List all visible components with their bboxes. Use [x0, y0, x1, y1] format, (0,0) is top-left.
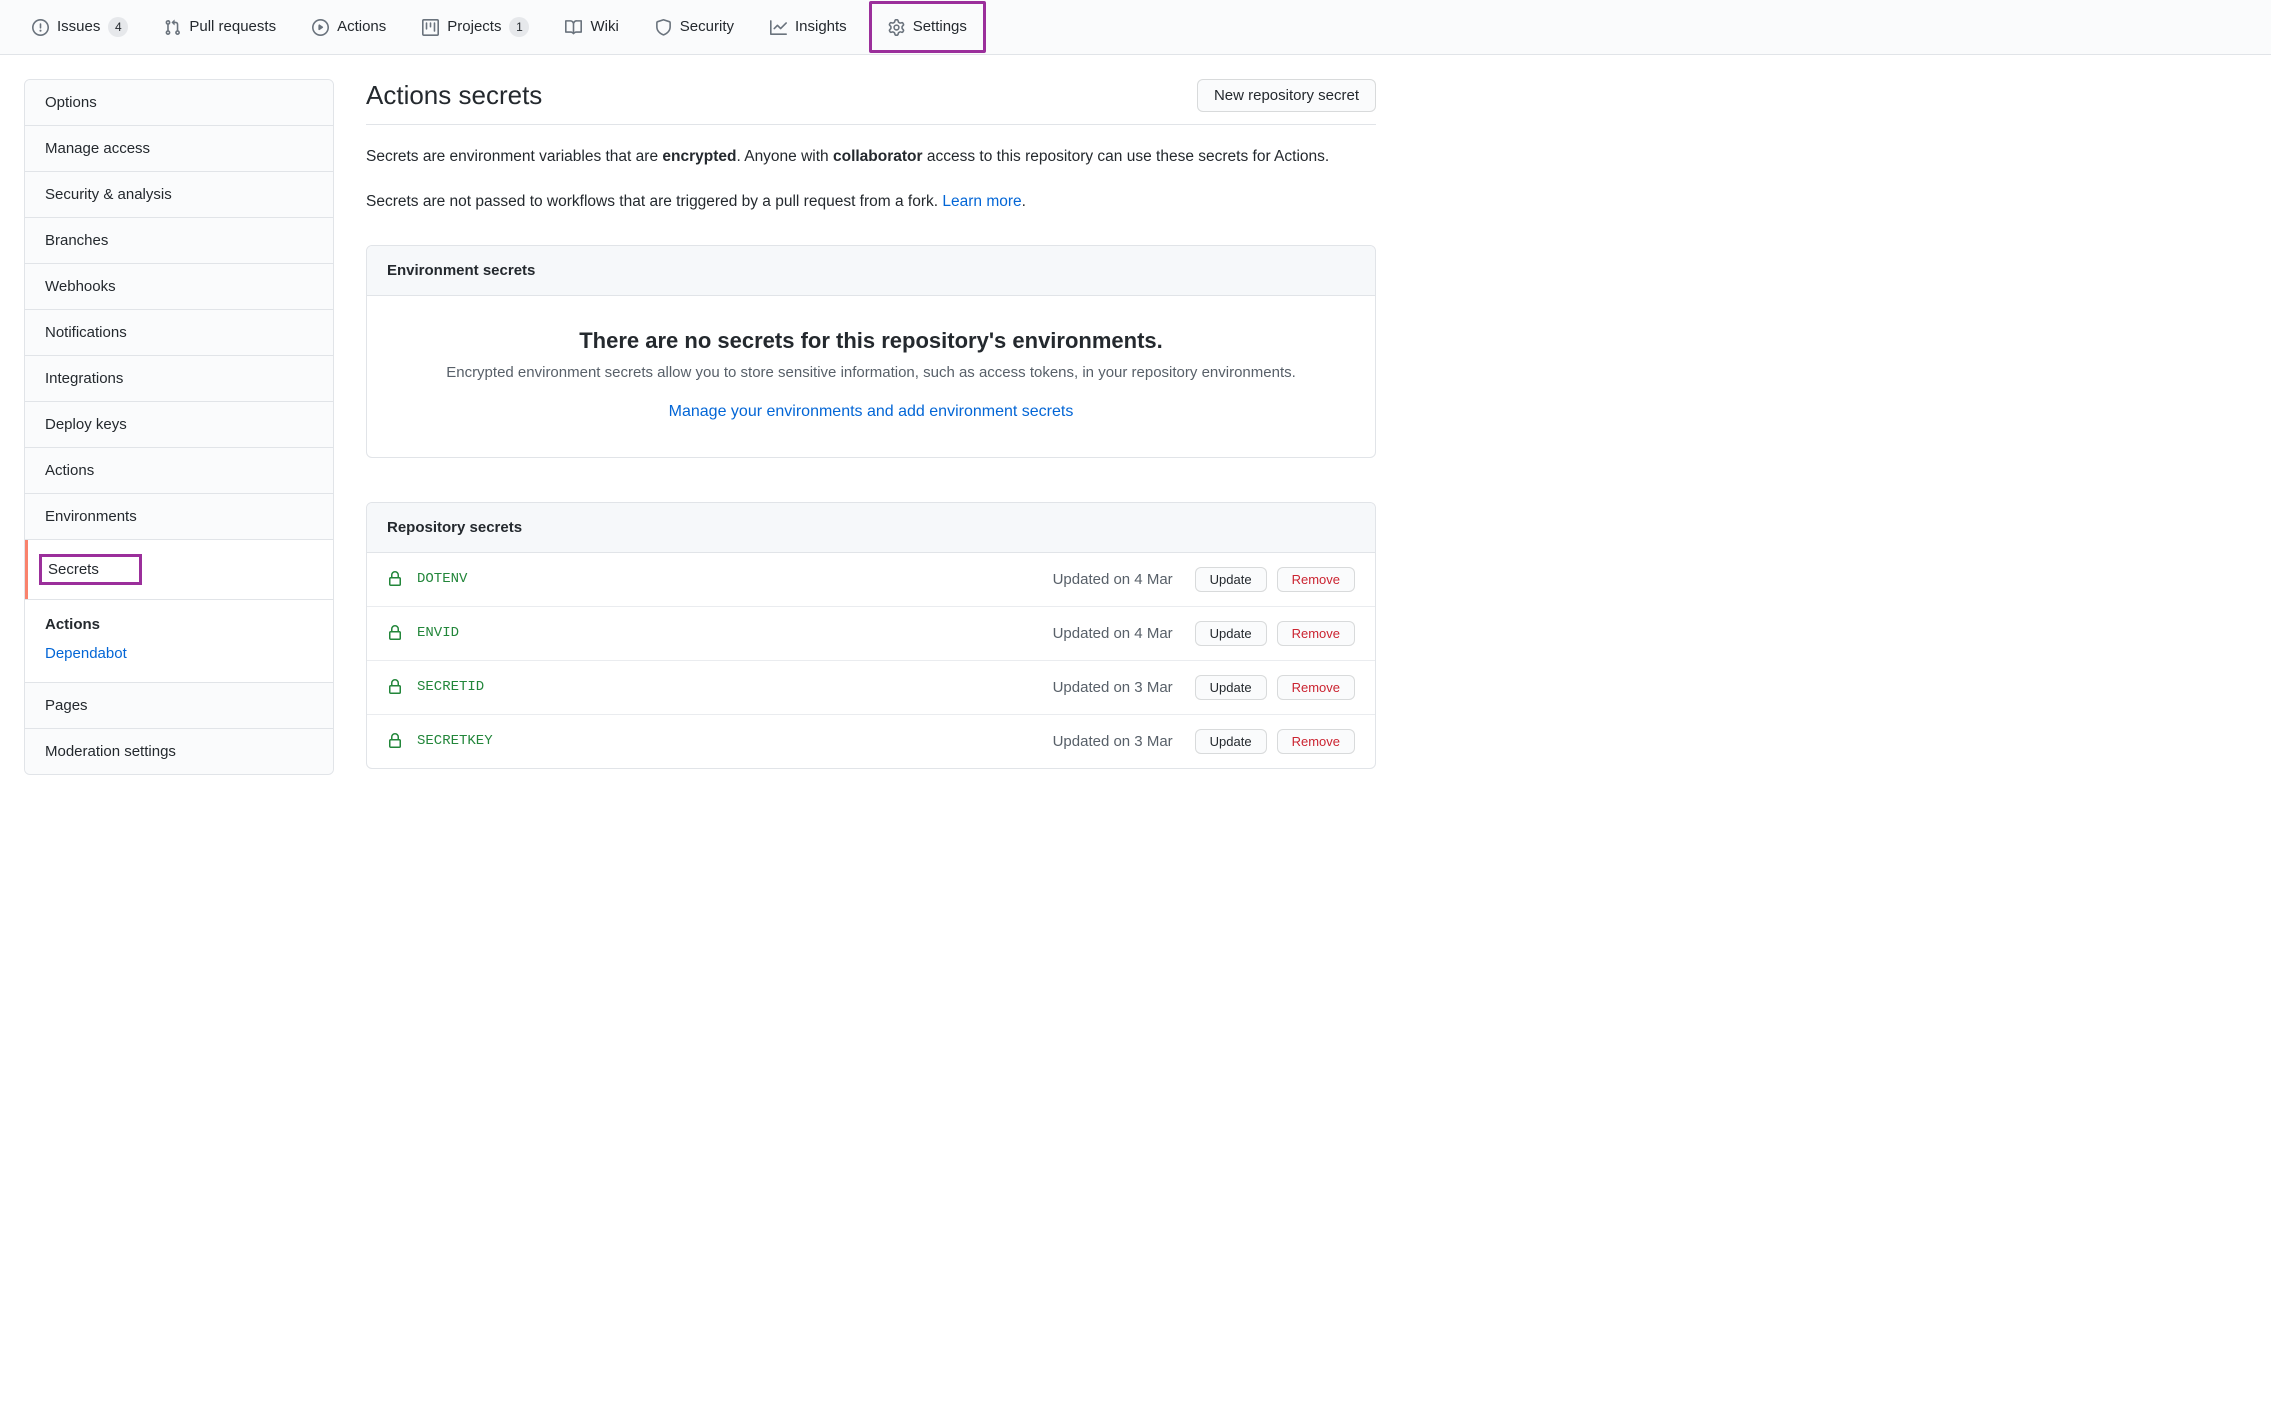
panel-header: Environment secrets [367, 246, 1375, 296]
blankslate-title: There are no secrets for this repository… [407, 328, 1335, 354]
settings-sidebar: Options Manage access Security & analysi… [24, 79, 334, 775]
sidebar-item-branches[interactable]: Branches [25, 218, 333, 264]
sidebar-item-environments[interactable]: Environments [25, 494, 333, 540]
graph-icon [770, 19, 787, 36]
tab-label: Projects [447, 12, 501, 42]
tab-pull-requests[interactable]: Pull requests [148, 4, 292, 50]
sidebar-item-manage-access[interactable]: Manage access [25, 126, 333, 172]
tab-label: Insights [795, 12, 847, 42]
repository-secrets-panel: Repository secrets DOTENV Updated on 4 M… [366, 502, 1376, 769]
issues-count: 4 [108, 17, 128, 37]
tab-settings[interactable]: Settings [869, 1, 986, 53]
tab-security[interactable]: Security [639, 4, 750, 50]
secret-name: SECRETID [417, 679, 484, 695]
secret-row: SECRETID Updated on 3 Mar Update Remove [367, 661, 1375, 715]
panel-header: Repository secrets [367, 503, 1375, 553]
learn-more-link[interactable]: Learn more [942, 193, 1021, 210]
new-repository-secret-button[interactable]: New repository secret [1197, 79, 1376, 112]
tab-label: Security [680, 12, 734, 42]
lock-icon [387, 679, 403, 695]
issue-opened-icon [32, 19, 49, 36]
tab-wiki[interactable]: Wiki [549, 4, 634, 50]
sidebar-item-options[interactable]: Options [25, 80, 333, 126]
intro-line-1: Secrets are environment variables that a… [366, 145, 1376, 170]
secret-row: SECRETKEY Updated on 3 Mar Update Remove [367, 715, 1375, 768]
sidebar-item-notifications[interactable]: Notifications [25, 310, 333, 356]
remove-secret-button[interactable]: Remove [1277, 567, 1355, 592]
secret-name: DOTENV [417, 571, 467, 587]
secret-updated: Updated on 4 Mar [1053, 625, 1173, 642]
secret-updated: Updated on 4 Mar [1053, 571, 1173, 588]
sidebar-item-integrations[interactable]: Integrations [25, 356, 333, 402]
page-title: Actions secrets [366, 80, 542, 111]
tab-label: Issues [57, 12, 100, 42]
tab-label: Pull requests [189, 12, 276, 42]
tab-projects[interactable]: Projects 1 [406, 4, 545, 50]
remove-secret-button[interactable]: Remove [1277, 729, 1355, 754]
update-secret-button[interactable]: Update [1195, 621, 1267, 646]
remove-secret-button[interactable]: Remove [1277, 621, 1355, 646]
secret-name: ENVID [417, 625, 459, 641]
update-secret-button[interactable]: Update [1195, 675, 1267, 700]
book-icon [565, 19, 582, 36]
tab-label: Wiki [590, 12, 618, 42]
sidebar-item-label: Secrets [39, 554, 142, 585]
sidebar-item-security-analysis[interactable]: Security & analysis [25, 172, 333, 218]
sidebar-secrets-subnav: Actions Dependabot [25, 600, 333, 683]
secret-updated: Updated on 3 Mar [1053, 679, 1173, 696]
git-pull-request-icon [164, 19, 181, 36]
update-secret-button[interactable]: Update [1195, 567, 1267, 592]
blankslate-subtitle: Encrypted environment secrets allow you … [407, 364, 1335, 381]
tab-insights[interactable]: Insights [754, 4, 863, 50]
intro-line-2: Secrets are not passed to workflows that… [366, 190, 1376, 215]
tab-label: Actions [337, 12, 386, 42]
manage-environments-link[interactable]: Manage your environments and add environ… [669, 403, 1074, 420]
sidebar-item-pages[interactable]: Pages [25, 683, 333, 729]
play-icon [312, 19, 329, 36]
secret-updated: Updated on 3 Mar [1053, 733, 1173, 750]
sidebar-item-moderation[interactable]: Moderation settings [25, 729, 333, 774]
main-content: Actions secrets New repository secret Se… [366, 79, 1376, 775]
lock-icon [387, 625, 403, 641]
shield-icon [655, 19, 672, 36]
secret-row: ENVID Updated on 4 Mar Update Remove [367, 607, 1375, 661]
repo-nav: Issues 4 Pull requests Actions Projects … [0, 0, 2271, 55]
tab-actions[interactable]: Actions [296, 4, 402, 50]
sidebar-item-secrets[interactable]: Secrets [25, 540, 333, 600]
sidebar-sub-actions[interactable]: Actions [45, 610, 313, 639]
lock-icon [387, 733, 403, 749]
secret-row: DOTENV Updated on 4 Mar Update Remove [367, 553, 1375, 607]
project-icon [422, 19, 439, 36]
remove-secret-button[interactable]: Remove [1277, 675, 1355, 700]
gear-icon [888, 19, 905, 36]
sidebar-item-deploy-keys[interactable]: Deploy keys [25, 402, 333, 448]
update-secret-button[interactable]: Update [1195, 729, 1267, 754]
env-blankslate: There are no secrets for this repository… [367, 296, 1375, 457]
tab-issues[interactable]: Issues 4 [16, 4, 144, 50]
tab-label: Settings [913, 12, 967, 42]
sidebar-item-webhooks[interactable]: Webhooks [25, 264, 333, 310]
lock-icon [387, 571, 403, 587]
sidebar-item-actions[interactable]: Actions [25, 448, 333, 494]
projects-count: 1 [509, 17, 529, 37]
sidebar-sub-dependabot[interactable]: Dependabot [45, 639, 313, 668]
secret-name: SECRETKEY [417, 733, 493, 749]
environment-secrets-panel: Environment secrets There are no secrets… [366, 245, 1376, 458]
